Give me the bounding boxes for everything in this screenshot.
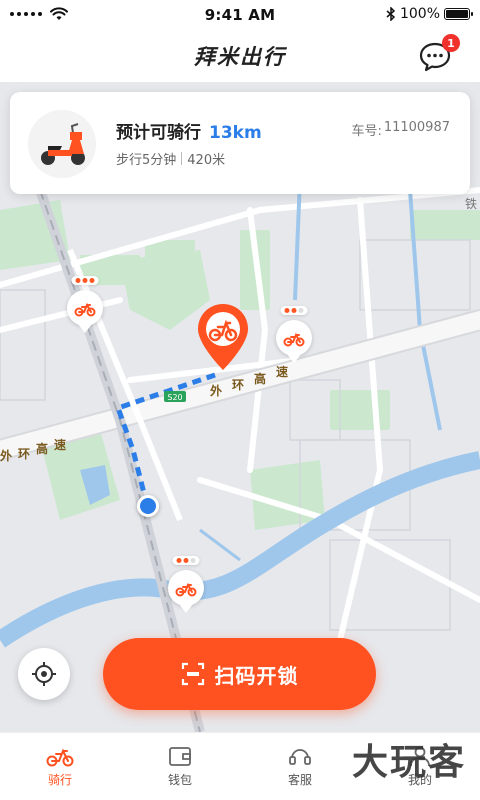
status-bar: 9:41 AM 100% [0,0,480,30]
road-label: 外 [0,449,13,463]
road-label: 高 [254,372,267,386]
road-label: 环 [18,447,31,461]
walk-info: 步行5分钟 420米 [116,149,225,168]
bike-icon [46,748,74,767]
scan-label: 扫码开锁 [214,663,299,688]
message-badge: 1 [442,34,460,52]
bike-marker[interactable] [276,306,312,356]
bike-marker[interactable] [67,276,103,326]
scan-unlock-button[interactable]: 扫码开锁 [103,638,376,710]
range-row: 预计可骑行 13km [116,118,262,143]
locate-button[interactable] [18,648,70,700]
road-label: 高 [36,442,49,456]
tab-label: 钱包 [167,773,192,787]
message-button[interactable]: 1 [416,34,460,76]
range-label: 预计可骑行 [116,123,201,143]
bike-icon [175,582,197,597]
bike-icon [74,302,96,317]
signal-icon [10,12,42,16]
bluetooth-icon [386,7,396,21]
battery-level-indicator [280,306,308,315]
bike-image [28,110,96,178]
selected-bike-pin[interactable] [196,302,250,372]
divider [181,152,183,165]
status-left [10,7,68,21]
app-title: 拜米出行 [194,45,286,69]
tab-service[interactable]: 客服 [240,733,360,800]
crosshair-icon [32,662,56,686]
headset-icon [289,749,311,765]
battery-level-indicator [71,276,99,285]
rail-label: 铁 [465,197,478,211]
wifi-icon [50,7,68,20]
wallet-icon [169,747,191,766]
road-label: 速 [54,438,67,452]
battery-icon [444,8,473,20]
bike-icon [283,332,305,347]
battery-percent: 100% [399,6,440,22]
plate-info: 车号: 11100987 [351,120,450,139]
bike-marker[interactable] [168,556,204,606]
app-header: 拜米出行 1 [0,30,480,82]
user-location-dot [137,495,159,517]
plate-number: 11100987 [383,120,450,135]
range-value: 13km [209,123,262,143]
scan-icon [181,662,204,686]
status-time: 9:41 AM [204,6,276,24]
tab-label: 骑行 [47,773,72,787]
walk-time: 步行5分钟 [116,153,177,168]
tab-wallet[interactable]: 钱包 [120,733,240,800]
road-label: 环 [232,378,245,392]
road-label: 外 [210,384,223,398]
plate-label: 车号: [351,124,382,139]
road-label: 速 [276,365,289,379]
bike-info-card[interactable]: 预计可骑行 13km 步行5分钟 420米 车号: 11100987 [10,92,470,194]
battery-level-indicator [172,556,200,565]
walk-distance: 420米 [187,153,226,168]
road-code: S20 [167,393,182,402]
status-right: 100% [386,6,473,22]
tab-label: 客服 [287,773,312,787]
tab-ride[interactable]: 骑行 [0,733,120,800]
watermark: 大玩客 [351,742,466,783]
